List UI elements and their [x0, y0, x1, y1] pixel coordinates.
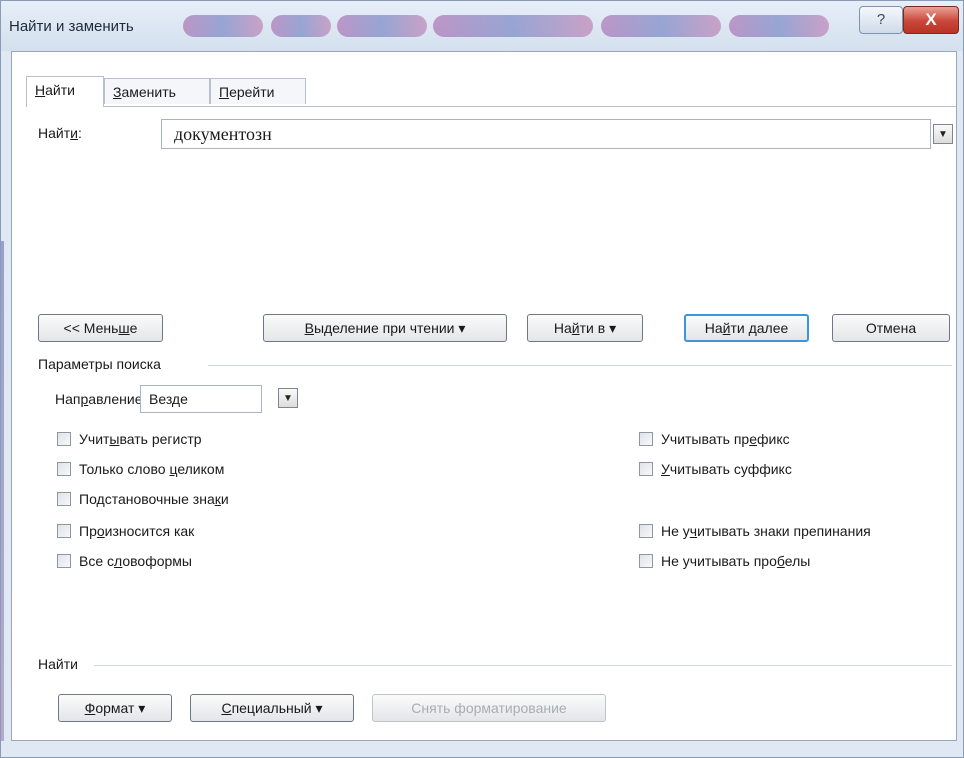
title-decoration: [337, 15, 427, 37]
sounds-like-checkbox[interactable]: Произносится как: [57, 521, 194, 541]
find-next-button[interactable]: Найти далее: [684, 314, 809, 342]
checkbox-box[interactable]: [57, 432, 71, 446]
direction-label: Направление:: [55, 391, 147, 407]
cancel-button[interactable]: Отмена: [832, 314, 950, 342]
direction-dropdown-arrow[interactable]: ▼: [278, 388, 298, 408]
tab-strip-line: [26, 106, 956, 107]
checkbox-box[interactable]: [57, 554, 71, 568]
find-input[interactable]: документозн: [161, 119, 931, 149]
find-in-button[interactable]: Найти в ▾: [527, 314, 643, 342]
checkbox-box[interactable]: [639, 462, 653, 476]
all-word-forms-checkbox[interactable]: Все словоформы: [57, 551, 192, 571]
tab-goto[interactable]: Перейти: [210, 78, 306, 104]
find-history-dropdown[interactable]: ▼: [933, 124, 953, 144]
wildcards-checkbox[interactable]: Подстановочные знаки: [57, 489, 229, 509]
close-button[interactable]: X: [903, 6, 959, 34]
ignore-whitespace-checkbox[interactable]: Не учитывать пробелы: [639, 551, 810, 571]
ignore-punctuation-checkbox[interactable]: Не учитывать знаки препинания: [639, 521, 871, 541]
checkbox-box[interactable]: [639, 554, 653, 568]
window-title: Найти и заменить: [9, 18, 134, 35]
title-decoration: [433, 15, 593, 37]
checkbox-box[interactable]: [57, 462, 71, 476]
chevron-down-icon: ▾: [315, 700, 323, 716]
help-button[interactable]: ?: [859, 6, 903, 34]
direction-select[interactable]: Везде: [140, 385, 262, 413]
match-prefix-checkbox[interactable]: Учитывать префикс: [639, 429, 790, 449]
reading-highlight-button[interactable]: Выделение при чтении ▾: [263, 314, 507, 342]
background-edge: [1, 241, 4, 741]
chevron-down-icon: ▾: [609, 320, 617, 336]
whole-word-checkbox[interactable]: Только слово целиком: [57, 459, 224, 479]
clear-formatting-button: Снять форматирование: [372, 694, 606, 722]
match-case-checkbox[interactable]: Учитывать регистр: [57, 429, 202, 449]
format-button[interactable]: Формат ▾: [58, 694, 172, 722]
chevron-down-icon: ▾: [458, 320, 466, 336]
find-replace-dialog: Найти и заменить ? X Найти Заменить Пере…: [0, 0, 964, 758]
chevron-down-icon: ▾: [138, 700, 146, 716]
tab-find[interactable]: Найти: [26, 76, 104, 107]
search-options-divider: [208, 365, 952, 366]
title-decoration: [271, 15, 331, 37]
checkbox-box[interactable]: [57, 524, 71, 538]
find-format-divider: [94, 665, 952, 666]
title-decoration: [601, 15, 721, 37]
title-decoration: [729, 15, 829, 37]
checkbox-box[interactable]: [57, 492, 71, 506]
tab-replace[interactable]: Заменить: [104, 78, 210, 104]
find-format-label: Найти: [38, 656, 78, 672]
title-decoration: [183, 15, 263, 37]
checkbox-box[interactable]: [639, 524, 653, 538]
less-button[interactable]: << Меньше: [38, 314, 163, 342]
search-options-label: Параметры поиска: [38, 356, 161, 372]
title-bar[interactable]: Найти и заменить ? X: [1, 1, 963, 51]
find-label: Найти:: [38, 125, 82, 141]
dialog-body: Найти Заменить Перейти Найти: документоз…: [11, 51, 957, 741]
special-button[interactable]: Специальный ▾: [190, 694, 354, 722]
match-suffix-checkbox[interactable]: Учитывать суффикс: [639, 459, 792, 479]
checkbox-box[interactable]: [639, 432, 653, 446]
